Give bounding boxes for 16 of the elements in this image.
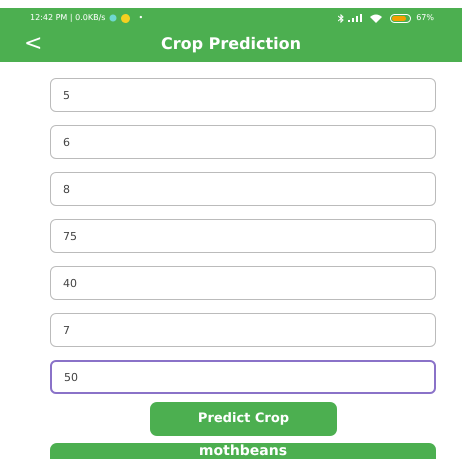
wifi-icon <box>370 14 382 22</box>
input-field[interactable]: 6 <box>50 125 436 159</box>
input-field[interactable]: 8 <box>50 172 436 206</box>
battery-icon <box>390 14 412 22</box>
status-time: 12:42 PM | 0.0KB/s <box>30 12 106 24</box>
prediction-result: mothbeans <box>50 443 436 459</box>
status-dot: • <box>138 12 144 24</box>
input-field[interactable]: 40 <box>50 266 436 300</box>
battery-level: 67% <box>416 12 434 24</box>
input-field[interactable]: 7 <box>50 313 436 347</box>
signal-icon <box>348 14 362 22</box>
input-field[interactable]: 50 <box>50 360 436 394</box>
bluetooth-icon <box>338 14 344 22</box>
input-field[interactable]: 75 <box>50 219 436 253</box>
app-title: Crop Prediction <box>160 33 302 55</box>
input-field[interactable]: 5 <box>50 78 436 112</box>
